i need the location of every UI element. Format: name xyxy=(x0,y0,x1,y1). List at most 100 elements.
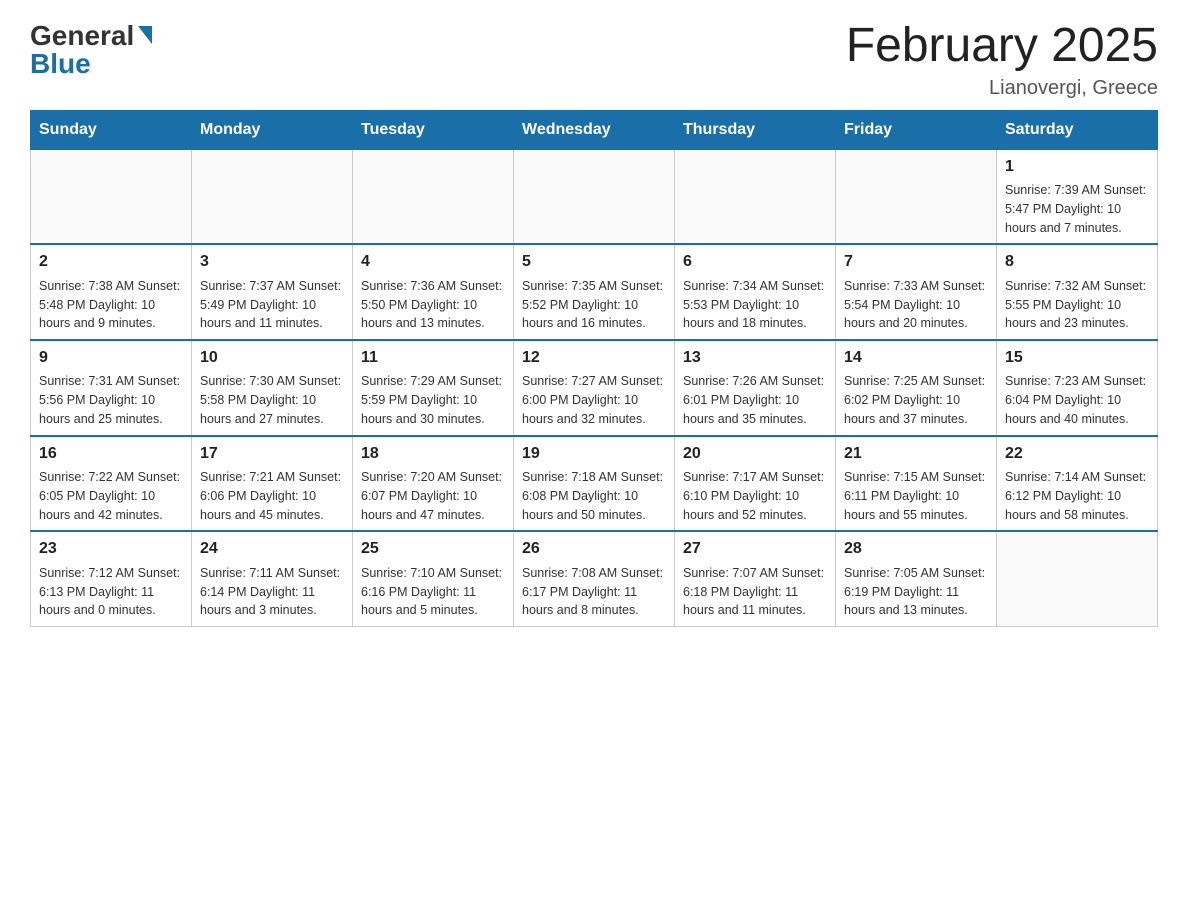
day-info: Sunrise: 7:34 AM Sunset: 5:53 PM Dayligh… xyxy=(683,277,827,333)
table-row: 13 Sunrise: 7:26 AM Sunset: 6:01 PM Dayli… xyxy=(675,340,836,436)
day-number: 9 xyxy=(39,347,183,369)
calendar-week-row: 23 Sunrise: 7:12 AM Sunset: 6:13 PM Dayli… xyxy=(31,531,1158,626)
day-info: Sunrise: 7:38 AM Sunset: 5:48 PM Dayligh… xyxy=(39,277,183,333)
day-info: Sunrise: 7:08 AM Sunset: 6:17 PM Dayligh… xyxy=(522,564,666,620)
month-title: February 2025 xyxy=(846,20,1158,73)
day-info: Sunrise: 7:18 AM Sunset: 6:08 PM Dayligh… xyxy=(522,468,666,524)
logo-blue-text: Blue xyxy=(30,48,91,80)
col-thursday: Thursday xyxy=(675,110,836,149)
day-number: 25 xyxy=(361,538,505,560)
table-row: 10 Sunrise: 7:30 AM Sunset: 5:58 PM Dayli… xyxy=(192,340,353,436)
table-row: 2Sunrise: 7:38 AM Sunset: 5:48 PM Daylig… xyxy=(31,244,192,340)
calendar-week-row: 16 Sunrise: 7:22 AM Sunset: 6:05 PM Dayli… xyxy=(31,436,1158,532)
day-number: 19 xyxy=(522,443,666,465)
day-info: Sunrise: 7:10 AM Sunset: 6:16 PM Dayligh… xyxy=(361,564,505,620)
col-friday: Friday xyxy=(836,110,997,149)
day-number: 15 xyxy=(1005,347,1149,369)
day-number: 13 xyxy=(683,347,827,369)
table-row: 17 Sunrise: 7:21 AM Sunset: 6:06 PM Dayli… xyxy=(192,436,353,532)
logo-arrow-icon xyxy=(138,26,152,44)
day-number: 28 xyxy=(844,538,988,560)
day-info: Sunrise: 7:22 AM Sunset: 6:05 PM Dayligh… xyxy=(39,468,183,524)
day-info: Sunrise: 7:30 AM Sunset: 5:58 PM Dayligh… xyxy=(200,372,344,428)
col-sunday: Sunday xyxy=(31,110,192,149)
day-info: Sunrise: 7:21 AM Sunset: 6:06 PM Dayligh… xyxy=(200,468,344,524)
table-row: 26 Sunrise: 7:08 AM Sunset: 6:17 PM Dayli… xyxy=(514,531,675,626)
calendar-week-row: 9 Sunrise: 7:31 AM Sunset: 5:56 PM Daylig… xyxy=(31,340,1158,436)
table-row: 14 Sunrise: 7:25 AM Sunset: 6:02 PM Dayli… xyxy=(836,340,997,436)
table-row xyxy=(997,531,1158,626)
col-wednesday: Wednesday xyxy=(514,110,675,149)
day-info: Sunrise: 7:29 AM Sunset: 5:59 PM Dayligh… xyxy=(361,372,505,428)
day-number: 1 xyxy=(1005,156,1149,178)
day-number: 17 xyxy=(200,443,344,465)
table-row: 21 Sunrise: 7:15 AM Sunset: 6:11 PM Dayli… xyxy=(836,436,997,532)
day-number: 12 xyxy=(522,347,666,369)
title-area: February 2025 Lianovergi, Greece xyxy=(846,20,1158,100)
table-row: 11 Sunrise: 7:29 AM Sunset: 5:59 PM Dayli… xyxy=(353,340,514,436)
location: Lianovergi, Greece xyxy=(846,77,1158,100)
day-number: 8 xyxy=(1005,251,1149,273)
day-info: Sunrise: 7:17 AM Sunset: 6:10 PM Dayligh… xyxy=(683,468,827,524)
table-row: 16 Sunrise: 7:22 AM Sunset: 6:05 PM Dayli… xyxy=(31,436,192,532)
day-number: 3 xyxy=(200,251,344,273)
table-row xyxy=(675,149,836,244)
table-row xyxy=(836,149,997,244)
table-row: 18 Sunrise: 7:20 AM Sunset: 6:07 PM Dayli… xyxy=(353,436,514,532)
calendar-header-row: Sunday Monday Tuesday Wednesday Thursday… xyxy=(31,110,1158,149)
col-monday: Monday xyxy=(192,110,353,149)
day-info: Sunrise: 7:12 AM Sunset: 6:13 PM Dayligh… xyxy=(39,564,183,620)
day-info: Sunrise: 7:14 AM Sunset: 6:12 PM Dayligh… xyxy=(1005,468,1149,524)
day-number: 5 xyxy=(522,251,666,273)
table-row: 20 Sunrise: 7:17 AM Sunset: 6:10 PM Dayli… xyxy=(675,436,836,532)
table-row: 8Sunrise: 7:32 AM Sunset: 5:55 PM Daylig… xyxy=(997,244,1158,340)
day-info: Sunrise: 7:33 AM Sunset: 5:54 PM Dayligh… xyxy=(844,277,988,333)
day-number: 6 xyxy=(683,251,827,273)
table-row: 25 Sunrise: 7:10 AM Sunset: 6:16 PM Dayli… xyxy=(353,531,514,626)
calendar-table: Sunday Monday Tuesday Wednesday Thursday… xyxy=(30,110,1158,627)
day-number: 14 xyxy=(844,347,988,369)
day-number: 11 xyxy=(361,347,505,369)
table-row: 15 Sunrise: 7:23 AM Sunset: 6:04 PM Dayli… xyxy=(997,340,1158,436)
day-number: 18 xyxy=(361,443,505,465)
logo: General Blue xyxy=(30,20,152,80)
day-info: Sunrise: 7:07 AM Sunset: 6:18 PM Dayligh… xyxy=(683,564,827,620)
table-row: 5 Sunrise: 7:35 AM Sunset: 5:52 PM Daylig… xyxy=(514,244,675,340)
table-row: 12Sunrise: 7:27 AM Sunset: 6:00 PM Dayli… xyxy=(514,340,675,436)
calendar-week-row: 2Sunrise: 7:38 AM Sunset: 5:48 PM Daylig… xyxy=(31,244,1158,340)
day-info: Sunrise: 7:20 AM Sunset: 6:07 PM Dayligh… xyxy=(361,468,505,524)
day-info: Sunrise: 7:26 AM Sunset: 6:01 PM Dayligh… xyxy=(683,372,827,428)
day-number: 4 xyxy=(361,251,505,273)
table-row: 22Sunrise: 7:14 AM Sunset: 6:12 PM Dayli… xyxy=(997,436,1158,532)
day-info: Sunrise: 7:23 AM Sunset: 6:04 PM Dayligh… xyxy=(1005,372,1149,428)
table-row: 3Sunrise: 7:37 AM Sunset: 5:49 PM Daylig… xyxy=(192,244,353,340)
day-number: 10 xyxy=(200,347,344,369)
table-row: 19 Sunrise: 7:18 AM Sunset: 6:08 PM Dayli… xyxy=(514,436,675,532)
day-number: 7 xyxy=(844,251,988,273)
day-info: Sunrise: 7:31 AM Sunset: 5:56 PM Dayligh… xyxy=(39,372,183,428)
table-row xyxy=(353,149,514,244)
day-info: Sunrise: 7:25 AM Sunset: 6:02 PM Dayligh… xyxy=(844,372,988,428)
day-info: Sunrise: 7:35 AM Sunset: 5:52 PM Dayligh… xyxy=(522,277,666,333)
calendar-week-row: 1Sunrise: 7:39 AM Sunset: 5:47 PM Daylig… xyxy=(31,149,1158,244)
table-row: 9 Sunrise: 7:31 AM Sunset: 5:56 PM Daylig… xyxy=(31,340,192,436)
day-info: Sunrise: 7:11 AM Sunset: 6:14 PM Dayligh… xyxy=(200,564,344,620)
day-number: 20 xyxy=(683,443,827,465)
day-number: 24 xyxy=(200,538,344,560)
page-header: General Blue February 2025 Lianovergi, G… xyxy=(30,20,1158,100)
table-row: 28Sunrise: 7:05 AM Sunset: 6:19 PM Dayli… xyxy=(836,531,997,626)
day-info: Sunrise: 7:15 AM Sunset: 6:11 PM Dayligh… xyxy=(844,468,988,524)
table-row: 27 Sunrise: 7:07 AM Sunset: 6:18 PM Dayli… xyxy=(675,531,836,626)
day-number: 16 xyxy=(39,443,183,465)
table-row: 23 Sunrise: 7:12 AM Sunset: 6:13 PM Dayli… xyxy=(31,531,192,626)
table-row: 7 Sunrise: 7:33 AM Sunset: 5:54 PM Daylig… xyxy=(836,244,997,340)
col-saturday: Saturday xyxy=(997,110,1158,149)
day-number: 21 xyxy=(844,443,988,465)
day-number: 26 xyxy=(522,538,666,560)
table-row xyxy=(192,149,353,244)
day-number: 23 xyxy=(39,538,183,560)
table-row: 6 Sunrise: 7:34 AM Sunset: 5:53 PM Daylig… xyxy=(675,244,836,340)
day-number: 27 xyxy=(683,538,827,560)
table-row xyxy=(31,149,192,244)
col-tuesday: Tuesday xyxy=(353,110,514,149)
